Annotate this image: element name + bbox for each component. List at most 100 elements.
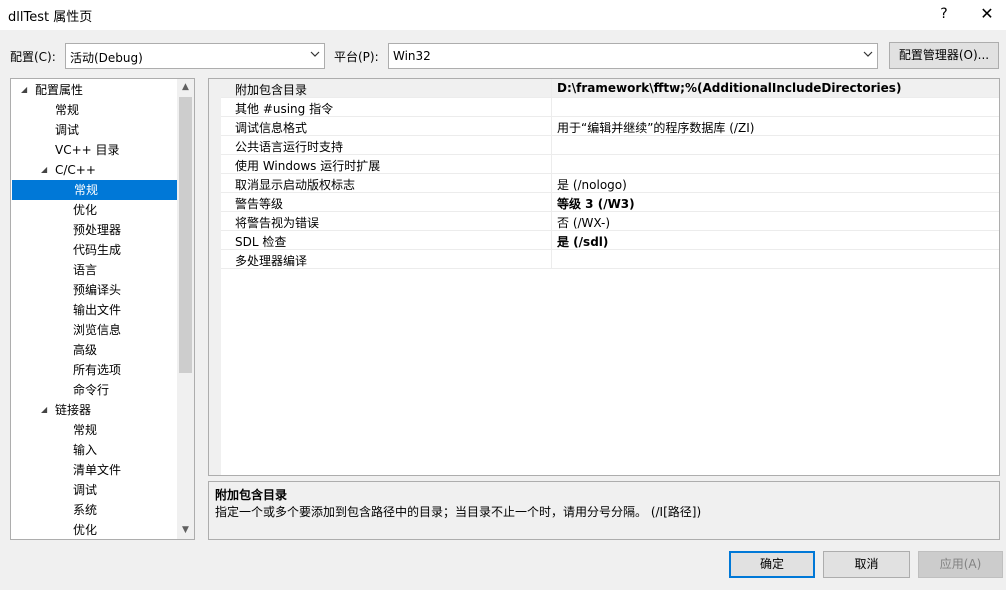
column-divider	[551, 155, 552, 174]
property-row[interactable]: 取消显示启动版权标志 是 (/nologo)	[221, 174, 999, 193]
tree-item[interactable]: 预处理器	[11, 220, 177, 240]
tree-item[interactable]: 调试	[11, 120, 177, 140]
property-value[interactable]: 是 (/sdl)	[557, 233, 608, 250]
tree-item[interactable]: 输入	[11, 440, 177, 460]
scroll-down-icon[interactable]: ▼	[177, 522, 194, 539]
tree-item[interactable]: 优化	[11, 520, 177, 539]
property-name: 取消显示启动版权标志	[235, 178, 356, 192]
description-panel: 附加包含目录 指定一个或多个要添加到包含路径中的目录；当目录不止一个时，请用分号…	[208, 481, 1000, 540]
description-title: 附加包含目录	[215, 488, 288, 502]
tree-item[interactable]: 命令行	[11, 380, 177, 400]
tree-item[interactable]: 常规	[12, 180, 177, 200]
tree-item-label: 预编译头	[73, 283, 122, 297]
tree-item[interactable]: 预编译头	[11, 280, 177, 300]
column-divider	[551, 136, 552, 155]
config-value: 活动(Debug)	[70, 51, 143, 65]
platform-dropdown[interactable]: Win32	[388, 43, 878, 69]
platform-label: 平台(P):	[334, 50, 379, 64]
tree-item[interactable]: 常规	[11, 420, 177, 440]
property-value[interactable]: 等级 3 (/W3)	[557, 195, 635, 212]
scroll-thumb[interactable]	[179, 97, 192, 373]
tree-item-label: 常规	[73, 423, 98, 437]
column-divider	[551, 117, 552, 136]
config-manager-button[interactable]: 配置管理器(O)...	[889, 42, 999, 69]
property-value[interactable]: 用于“编辑并继续”的程序数据库 (/ZI)	[557, 119, 754, 136]
property-row[interactable]: SDL 检查 是 (/sdl)	[221, 231, 999, 250]
property-row[interactable]: 使用 Windows 运行时扩展	[221, 155, 999, 174]
tree-item[interactable]: ◢ C/C++	[11, 160, 177, 180]
config-label: 配置(C):	[10, 50, 56, 64]
expanded-arrow-icon[interactable]: ◢	[21, 80, 27, 100]
tree-item[interactable]: 调试	[11, 480, 177, 500]
column-divider	[551, 250, 552, 269]
tree-item-label: 输出文件	[73, 303, 122, 317]
tree-item[interactable]: VC++ 目录	[11, 140, 177, 160]
tree-item-label: 系统	[73, 503, 98, 517]
property-row[interactable]: 附加包含目录 D:\framework\fftw;%(AdditionalIncl…	[221, 79, 999, 98]
tree-item[interactable]: ◢ 配置属性	[11, 80, 177, 100]
tree-item-label: VC++ 目录	[55, 143, 120, 157]
column-divider	[551, 79, 552, 98]
tree-item[interactable]: 常规	[11, 100, 177, 120]
expanded-arrow-icon[interactable]: ◢	[41, 400, 47, 420]
property-row[interactable]: 调试信息格式 用于“编辑并继续”的程序数据库 (/ZI)	[221, 117, 999, 136]
tree-item[interactable]: 输出文件	[11, 300, 177, 320]
tree-item[interactable]: 所有选项	[11, 360, 177, 380]
config-dropdown[interactable]: 活动(Debug)	[65, 43, 325, 69]
column-divider	[551, 98, 552, 117]
cancel-button[interactable]: 取消	[823, 551, 910, 578]
property-value[interactable]: 是 (/nologo)	[557, 176, 627, 193]
property-row[interactable]: 将警告视为错误 否 (/WX-)	[221, 212, 999, 231]
tree-item-label: 高级	[73, 343, 98, 357]
property-name: 调试信息格式	[235, 121, 308, 135]
property-name: 使用 Windows 运行时扩展	[235, 159, 381, 173]
chevron-down-icon	[863, 51, 873, 57]
column-divider	[551, 174, 552, 193]
tree-item-label: 常规	[55, 103, 80, 117]
property-name: 多处理器编译	[235, 254, 308, 268]
tree-item-label: 优化	[73, 203, 98, 217]
tree-item-label: 输入	[73, 443, 98, 457]
property-name: 公共语言运行时支持	[235, 140, 344, 154]
tree-item-label: 调试	[55, 123, 80, 137]
tree-item[interactable]: 清单文件	[11, 460, 177, 480]
property-row[interactable]: 多处理器编译	[221, 250, 999, 269]
column-divider	[551, 212, 552, 231]
property-name: SDL 检查	[235, 235, 287, 249]
description-text: 指定一个或多个要添加到包含路径中的目录；当目录不止一个时，请用分号分隔。 (/I…	[215, 505, 702, 519]
ok-button[interactable]: 确定	[729, 551, 815, 578]
tree-item[interactable]: 浏览信息	[11, 320, 177, 340]
property-value[interactable]: 否 (/WX-)	[557, 214, 610, 231]
title-bar: dllTest 属性页 ? ✕	[0, 0, 1006, 30]
property-name: 将警告视为错误	[235, 216, 320, 230]
property-name: 其他 #using 指令	[235, 102, 334, 116]
tree-item[interactable]: 系统	[11, 500, 177, 520]
tree-item-label: 优化	[73, 523, 98, 537]
tree-item-label: 预处理器	[73, 223, 122, 237]
tree-item-label: 清单文件	[73, 463, 122, 477]
apply-button[interactable]: 应用(A)	[918, 551, 1003, 578]
tree-item-label: 常规	[74, 183, 99, 197]
tree-item[interactable]: 优化	[11, 200, 177, 220]
tree-item[interactable]: 高级	[11, 340, 177, 360]
property-tree: ◢ 配置属性 常规 调试 VC++ 目录 ◢ C/C++ 常规 优化 预处理器 代码生成 语言 预编译头…	[10, 78, 195, 540]
expanded-arrow-icon[interactable]: ◢	[41, 160, 47, 180]
property-row[interactable]: 其他 #using 指令	[221, 98, 999, 117]
tree-item-label: 调试	[73, 483, 98, 497]
property-row[interactable]: 警告等级 等级 3 (/W3)	[221, 193, 999, 212]
tree-item-label: 所有选项	[73, 363, 122, 377]
scroll-up-icon[interactable]: ▲	[177, 79, 194, 96]
close-button[interactable]: ✕	[972, 0, 1002, 28]
tree-item-label: 配置属性	[35, 83, 84, 97]
property-row[interactable]: 公共语言运行时支持	[221, 136, 999, 155]
property-value[interactable]: D:\framework\fftw;%(AdditionalIncludeDir…	[557, 81, 901, 95]
tree-item-label: C/C++	[55, 163, 96, 177]
tree-item[interactable]: 语言	[11, 260, 177, 280]
tree-item[interactable]: ◢ 链接器	[11, 400, 177, 420]
column-divider	[551, 231, 552, 250]
window-title: dllTest 属性页	[8, 10, 93, 25]
tree-item-label: 代码生成	[73, 243, 122, 257]
tree-item[interactable]: 代码生成	[11, 240, 177, 260]
help-button[interactable]: ?	[930, 0, 958, 28]
tree-scrollbar[interactable]: ▲ ▼	[177, 79, 194, 539]
